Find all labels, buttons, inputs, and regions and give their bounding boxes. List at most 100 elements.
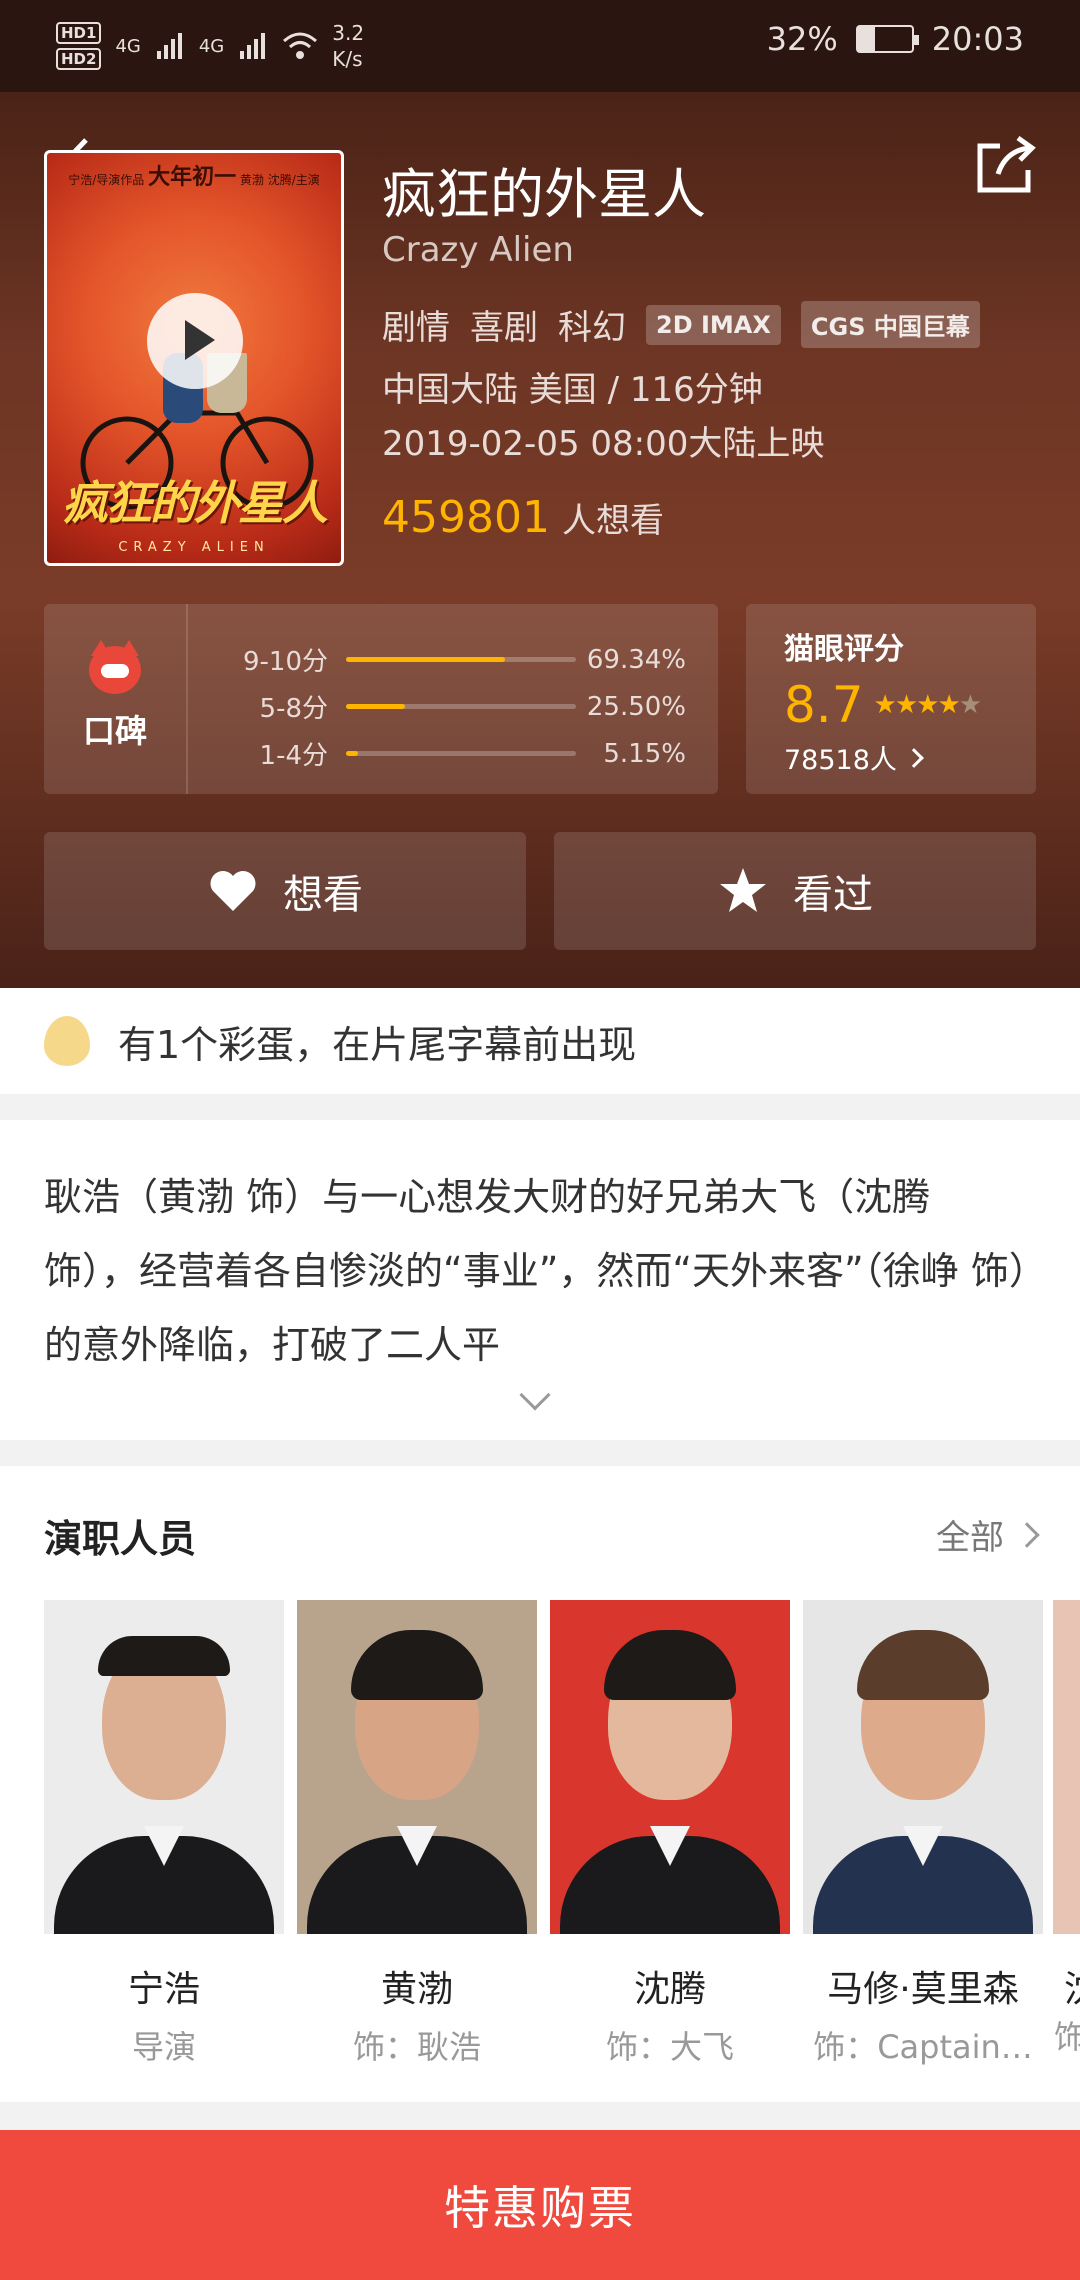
- poster-stars: 黄渤 沈腾/主演: [239, 173, 320, 187]
- cast-role: 饰：大飞: [605, 2028, 734, 2066]
- network-speed: 3.2 K/s: [332, 20, 364, 72]
- share-icon[interactable]: [970, 130, 1040, 200]
- movie-title: 疯狂的外星人: [382, 163, 706, 226]
- word-of-mouth-label: 口碑: [82, 712, 147, 750]
- cast-role: 导演: [131, 2028, 196, 2066]
- poster-title-art: 疯狂的外星人: [62, 476, 328, 530]
- cast-card-actor[interactable]: 沈腾 饰：大飞: [550, 1600, 790, 2068]
- rating-percent: 5.15%: [603, 738, 686, 769]
- rating-count-text: 78518人: [784, 745, 897, 776]
- chevron-right-icon: [1014, 1521, 1040, 1548]
- cast-photo: [803, 1600, 1043, 1934]
- cast-photo: [550, 1600, 790, 1934]
- cast-card-actor[interactable]: 黄渤 饰：耿浩: [297, 1600, 537, 2068]
- battery-icon: [855, 25, 919, 53]
- cast-card-partial-photo[interactable]: [1053, 1600, 1080, 1934]
- easter-egg-banner[interactable]: 有1个彩蛋，在片尾字幕前出现: [0, 988, 1080, 1094]
- cast-view-all-link[interactable]: 全部: [936, 1510, 1040, 1559]
- movie-english-title: Crazy Alien: [382, 230, 574, 270]
- battery-percent: 32%: [766, 20, 838, 58]
- view-all-label: 全部: [936, 1518, 1004, 1558]
- synopsis-section[interactable]: 耿浩（黄渤 饰）与一心想发大财的好兄弟大飞（沈腾 饰），经营着各自惨淡的“事业”…: [0, 1120, 1080, 1440]
- word-of-mouth-panel[interactable]: 口碑 9-10分 69.34% 5-8分 25.50% 1-4分 5.15%: [44, 604, 718, 794]
- star-icon: [720, 868, 766, 912]
- synopsis-text: 耿浩（黄渤 饰）与一心想发大财的好兄弟大飞（沈腾 饰），经营着各自惨淡的“事业”…: [44, 1175, 1028, 1367]
- want-count-label: 人想看: [561, 501, 664, 541]
- cast-photo: [297, 1600, 537, 1934]
- rating-bar-fill: [346, 657, 506, 662]
- want-count-number: 459801: [382, 492, 550, 543]
- star-rating-icon: ★★★★★: [873, 690, 983, 720]
- rating-range-label: 9-10分: [242, 647, 328, 677]
- poster-subtitle-art: CRAZY ALIEN: [118, 540, 270, 555]
- hd-indicators: HD1 HD2: [56, 22, 102, 70]
- cast-card-partial-role: 饰: [1054, 2018, 1080, 2056]
- format-tag-cgs: CGS 中国巨幕: [800, 301, 980, 348]
- rating-percent: 69.34%: [586, 644, 686, 675]
- wifi-icon: [283, 32, 318, 59]
- seen-button[interactable]: 看过: [554, 832, 1036, 950]
- easter-egg-text: 有1个彩蛋，在片尾字幕前出现: [118, 1022, 637, 1067]
- maoyan-score-panel[interactable]: 猫眼评分 8.7 ★★★★★ 78518人: [746, 604, 1036, 794]
- half-star-icon: ★: [958, 690, 982, 720]
- maoyan-score-row: 8.7 ★★★★★: [784, 676, 1036, 734]
- cast-photo: [44, 1600, 284, 1934]
- genre-scifi: 科幻: [558, 308, 626, 348]
- maoyan-rating-count[interactable]: 78518人: [784, 738, 1036, 777]
- cast-list: 宁浩 导演 黄渤 饰：耿浩 沈腾 饰：大飞 马修·莫里森 饰：Captain…: [44, 1600, 1043, 2068]
- seen-label: 看过: [793, 872, 873, 918]
- release-date: 2019-02-05 08:00大陆上映: [382, 424, 825, 464]
- battery-level: [857, 27, 876, 51]
- chevron-right-icon: [904, 747, 924, 768]
- rating-range-label: 1-4分: [259, 741, 328, 771]
- cast-name: 马修·莫里森: [827, 1969, 1019, 2010]
- play-trailer-button[interactable]: [147, 293, 243, 389]
- cast-heading: 演职人员: [44, 1517, 197, 1561]
- genre-drama: 剧情: [382, 308, 450, 348]
- want-to-see-count: 459801 人想看: [382, 492, 664, 543]
- rating-bar-fill: [346, 751, 358, 756]
- rating-range-label: 5-8分: [259, 694, 328, 724]
- rating-row-mid: 5-8分 25.50%: [228, 683, 698, 730]
- hd1-icon: HD1: [56, 22, 102, 44]
- cast-role: 饰：Captain…: [813, 2028, 1033, 2066]
- format-tag-imax: 2D IMAX: [646, 304, 781, 345]
- origin-duration: 中国大陆 美国 / 116分钟: [382, 370, 763, 410]
- status-left: HD1 HD2 4G 4G 3.2 K/s: [56, 14, 364, 78]
- signal-2-icon: [240, 33, 266, 59]
- rating-percent: 25.50%: [586, 691, 686, 722]
- poster-director: 宁浩/导演作品: [68, 173, 145, 187]
- poster-credits: 宁浩/导演作品 大年初一 黄渤 沈腾/主演: [47, 159, 341, 191]
- speed-unit: K/s: [332, 47, 363, 71]
- want-to-see-button[interactable]: 想看: [44, 832, 526, 950]
- clock: 20:03: [931, 20, 1024, 58]
- cast-name: 沈腾: [633, 1969, 706, 2010]
- want-to-see-label: 想看: [283, 872, 363, 918]
- rating-row-high: 9-10分 69.34%: [228, 636, 698, 683]
- genre-list: 剧情 喜剧 科幻 2D IMAX CGS 中国巨幕: [382, 300, 980, 349]
- cast-name: 宁浩: [127, 1969, 200, 2010]
- buy-ticket-button[interactable]: 特惠购票: [0, 2130, 1080, 2280]
- movie-poster[interactable]: 宁浩/导演作品 大年初一 黄渤 沈腾/主演 疯狂的外星人 CRAZY ALIEN: [44, 150, 344, 566]
- speed-value: 3.2: [332, 21, 365, 45]
- signal-1-icon: [156, 33, 182, 59]
- heart-icon: [210, 871, 256, 911]
- chevron-down-icon[interactable]: [519, 1379, 551, 1411]
- cast-card-partial-name: 沈: [1064, 1960, 1080, 2012]
- cast-name: 黄渤: [380, 1969, 453, 2010]
- rating-bar-track: [346, 751, 576, 756]
- rating-row-low: 1-4分 5.15%: [228, 730, 698, 777]
- egg-icon: [44, 1016, 90, 1066]
- hd2-icon: HD2: [56, 48, 102, 70]
- cast-card-actor[interactable]: 马修·莫里森 饰：Captain…: [803, 1600, 1043, 2068]
- maoyan-score-title: 猫眼评分: [784, 632, 904, 667]
- word-of-mouth-logo: 口碑: [44, 604, 188, 794]
- network-1-label: 4G: [115, 35, 141, 57]
- network-2-label: 4G: [198, 35, 225, 57]
- status-right: 32% 20:03: [767, 20, 1024, 58]
- cast-section: 演职人员 全部 宁浩 导演 黄渤 饰：耿浩 沈腾 饰：大飞 马修·莫里森 饰：C…: [0, 1466, 1080, 2102]
- cast-role: 饰：耿浩: [352, 2028, 481, 2066]
- full-stars: ★★★★: [873, 690, 961, 720]
- cast-card-director[interactable]: 宁浩 导演: [44, 1600, 284, 2068]
- rating-bar-fill: [346, 704, 405, 709]
